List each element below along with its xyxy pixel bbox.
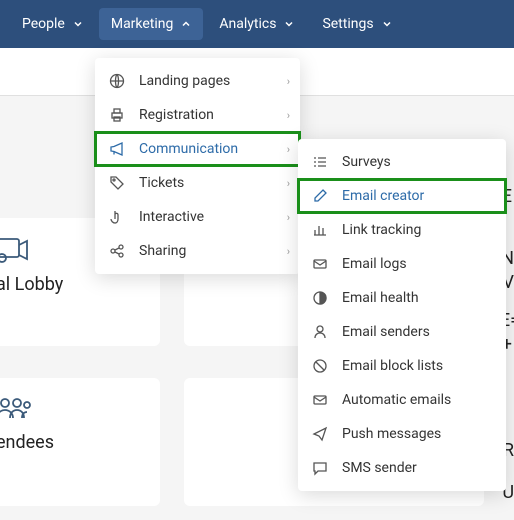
chevron-up-icon — [181, 19, 191, 29]
nav-people[interactable]: People — [10, 8, 95, 40]
menu-interactive-label: Interactive — [139, 209, 204, 225]
nav-marketing-label: Marketing — [111, 16, 174, 32]
menu-communication-label: Communication — [139, 141, 238, 157]
globe-icon — [109, 73, 125, 89]
submenu-email-health[interactable]: Email health — [298, 281, 506, 315]
menu-tickets[interactable]: Tickets › — [95, 166, 300, 200]
printer-icon — [109, 107, 125, 123]
tag-icon — [109, 175, 125, 191]
card-lobby-title: al Lobby — [0, 274, 144, 295]
chevron-right-icon: › — [287, 177, 290, 190]
submenu-email-block-label: Email block lists — [342, 358, 443, 374]
nav-analytics-label: Analytics — [219, 16, 276, 32]
menu-communication[interactable]: Communication › — [95, 132, 300, 166]
menu-interactive[interactable]: Interactive › — [95, 200, 300, 234]
chevron-right-icon: › — [287, 75, 290, 88]
nav-analytics[interactable]: Analytics — [207, 8, 306, 40]
nav-marketing[interactable]: Marketing — [99, 8, 204, 40]
submenu-email-health-label: Email health — [342, 290, 419, 306]
submenu-email-logs[interactable]: Email logs — [298, 247, 506, 281]
submenu-email-senders[interactable]: Email senders — [298, 315, 506, 349]
submenu-email-creator-label: Email creator — [342, 188, 424, 204]
card-attendees-title: endees — [0, 432, 144, 453]
menu-landing-label: Landing pages — [139, 73, 230, 89]
chevron-down-icon — [73, 19, 83, 29]
edit-icon — [312, 188, 328, 204]
submenu-push[interactable]: Push messages — [298, 417, 506, 451]
chevron-down-icon — [382, 19, 392, 29]
chart-icon — [312, 222, 328, 238]
submenu-email-logs-label: Email logs — [342, 256, 407, 272]
chevron-right-icon: › — [287, 245, 290, 258]
menu-sharing-label: Sharing — [139, 243, 186, 259]
send-icon — [312, 426, 328, 442]
submenu-sms[interactable]: SMS sender — [298, 451, 506, 485]
megaphone-icon — [109, 141, 125, 157]
nav-settings-label: Settings — [322, 16, 373, 32]
pointer-icon — [109, 209, 125, 225]
menu-registration-label: Registration — [139, 107, 214, 123]
menu-landing-pages[interactable]: Landing pages › — [95, 64, 300, 98]
block-icon — [312, 358, 328, 374]
envelope-icon — [312, 256, 328, 272]
submenu-email-block[interactable]: Email block lists — [298, 349, 506, 383]
chevron-right-icon: › — [287, 109, 290, 122]
submenu-automatic-label: Automatic emails — [342, 392, 451, 408]
list-icon — [312, 154, 328, 170]
menu-tickets-label: Tickets — [139, 175, 184, 191]
menu-sharing[interactable]: Sharing › — [95, 234, 300, 268]
top-nav: People Marketing Analytics Settings — [0, 0, 514, 48]
submenu-email-senders-label: Email senders — [342, 324, 430, 340]
submenu-link-tracking-label: Link tracking — [342, 222, 421, 238]
submenu-surveys[interactable]: Surveys — [298, 145, 506, 179]
chevron-right-icon: › — [287, 211, 290, 224]
nav-settings[interactable]: Settings — [310, 8, 403, 40]
envelope-open-icon — [312, 392, 328, 408]
card-attendees[interactable]: endees — [0, 378, 160, 506]
menu-registration[interactable]: Registration › — [95, 98, 300, 132]
submenu-push-label: Push messages — [342, 426, 441, 442]
submenu-email-creator[interactable]: Email creator — [298, 179, 506, 213]
contrast-icon — [312, 290, 328, 306]
submenu-link-tracking[interactable]: Link tracking — [298, 213, 506, 247]
communication-submenu: Surveys Email creator Link tracking Emai… — [298, 139, 506, 491]
submenu-automatic[interactable]: Automatic emails — [298, 383, 506, 417]
marketing-menu: Landing pages › Registration › Communica… — [95, 58, 300, 274]
nav-people-label: People — [22, 16, 65, 32]
share-icon — [109, 243, 125, 259]
chevron-right-icon: › — [287, 143, 290, 156]
people-icon — [0, 396, 144, 422]
chat-icon — [312, 460, 328, 476]
submenu-sms-label: SMS sender — [342, 460, 417, 476]
user-icon — [312, 324, 328, 340]
chevron-down-icon — [284, 19, 294, 29]
submenu-surveys-label: Surveys — [342, 154, 391, 170]
